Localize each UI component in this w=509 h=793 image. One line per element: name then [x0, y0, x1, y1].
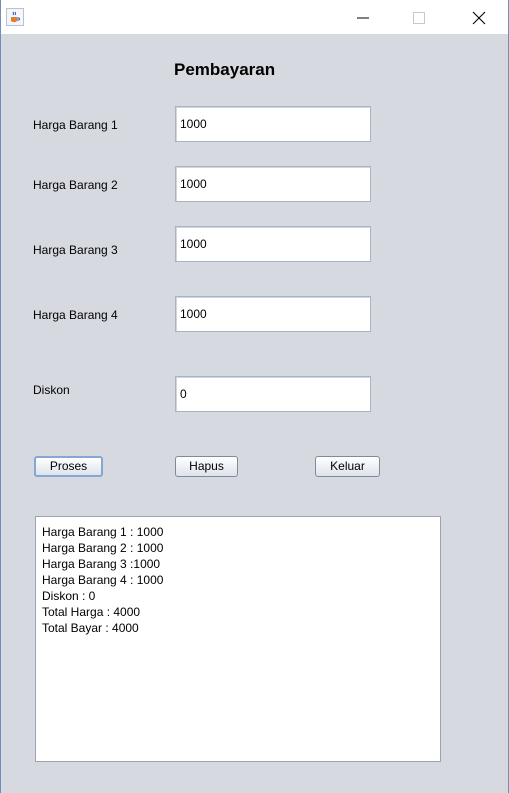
result-line: Diskon : 0	[42, 589, 96, 603]
page-title: Pembayaran	[174, 60, 276, 79]
hapus-button[interactable]: Hapus	[175, 456, 238, 477]
minimize-icon	[357, 17, 369, 19]
result-textarea[interactable]: Harga Barang 1 : 1000 Harga Barang 2 : 1…	[35, 516, 441, 762]
diskon-field[interactable]	[175, 376, 371, 412]
label-harga-barang-4: Harga Barang 4	[33, 308, 118, 322]
result-line: Harga Barang 2 : 1000	[42, 541, 164, 555]
harga-barang-2-field[interactable]	[175, 166, 371, 202]
harga-barang-1-field[interactable]	[175, 106, 371, 142]
label-harga-barang-1: Harga Barang 1	[33, 118, 118, 132]
harga-barang-3-field[interactable]	[175, 226, 371, 262]
keluar-button[interactable]: Keluar	[315, 456, 380, 477]
maximize-button	[397, 3, 443, 33]
result-line: Harga Barang 4 : 1000	[42, 573, 164, 587]
form-panel: Pembayaran Harga Barang 1 Harga Barang 2…	[1, 34, 508, 793]
result-line: Harga Barang 3 :1000	[42, 557, 161, 571]
harga-barang-4-field[interactable]	[175, 296, 371, 332]
proses-button[interactable]: Proses	[34, 456, 103, 477]
result-line: Harga Barang 1 : 1000	[42, 525, 164, 539]
java-cup-icon[interactable]	[6, 8, 24, 26]
app-window: Pembayaran Harga Barang 1 Harga Barang 2…	[0, 0, 509, 793]
title-bar[interactable]	[1, 0, 508, 34]
result-line: Total Bayar : 4000	[42, 621, 139, 635]
close-button[interactable]	[457, 3, 503, 33]
label-harga-barang-2: Harga Barang 2	[33, 178, 118, 192]
maximize-icon	[413, 12, 425, 24]
label-diskon: Diskon	[33, 383, 70, 397]
result-line: Total Harga : 4000	[42, 605, 141, 619]
label-harga-barang-3: Harga Barang 3	[33, 243, 118, 257]
minimize-button[interactable]	[341, 3, 387, 33]
close-icon	[472, 11, 486, 25]
